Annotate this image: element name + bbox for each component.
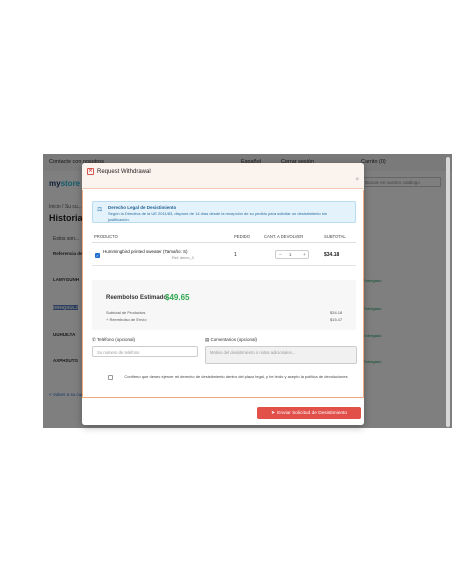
shipping-refund-value: $15.47 [330, 317, 343, 322]
page: Contacte con nosotros Español Cerrar ses… [0, 0, 452, 584]
confirm-checkbox[interactable] [108, 375, 113, 380]
increase-button[interactable]: + [303, 252, 306, 257]
gavel-icon: ⚖ [97, 207, 103, 213]
quantity-stepper[interactable]: − 1 + [275, 250, 309, 259]
col-subtotal: SUBTOTAL [324, 234, 346, 239]
submit-withdrawal-button[interactable]: ➤ Enviar Solicitud de Desistimiento [257, 407, 361, 419]
products-subtotal-value: $34.18 [330, 310, 343, 315]
refund-amount: $49.65 [165, 293, 190, 302]
modal-title: Request Withdrawal [97, 169, 151, 175]
scrollbar[interactable] [446, 157, 450, 427]
modal-body: ⚖ Derecho Legal de Desistimiento Según l… [82, 190, 364, 398]
col-return-qty: CANT. A DEVOLVER [264, 234, 304, 239]
phone-input[interactable]: Su número de teléfono [92, 346, 198, 357]
shipping-refund-label: + Reembolso de Envío [106, 317, 147, 322]
comments-textarea[interactable]: Motivo del desistimiento o notas adicion… [205, 346, 357, 364]
table-header: PRODUCTO PEDIDO CANT. A DEVOLVER SUBTOTA… [92, 231, 356, 243]
legal-notice: ⚖ Derecho Legal de Desistimiento Según l… [92, 201, 356, 223]
row-subtotal: $34.18 [324, 252, 340, 258]
col-ordered: PEDIDO [234, 234, 251, 239]
col-product: PRODUCTO [94, 234, 118, 239]
phone-label: ✆ Teléfono (opcional) [92, 337, 135, 342]
confirm-text: Confirmo que deseo ejercer mi derecho de… [124, 374, 348, 379]
modal-header: ✕ Request Withdrawal × [82, 163, 364, 189]
quantity-value[interactable]: 1 [289, 252, 292, 257]
comments-label: ▤ Comentarios (opcional) [205, 337, 258, 342]
legal-title: Derecho Legal de Desistimiento [108, 205, 177, 210]
close-icon[interactable]: × [355, 177, 359, 183]
refund-summary: Reembolso Estimado $49.65 Subtotal de Pr… [92, 280, 356, 330]
return-icon: ✕ [87, 168, 94, 175]
table-row: ✓ Hummingbird printed sweater (Tamaño: S… [92, 244, 356, 266]
refund-label: Reembolso Estimado [106, 295, 168, 301]
decrease-button[interactable]: − [279, 252, 282, 257]
product-name: Hummingbird printed sweater (Tamaño: S) [103, 249, 188, 254]
products-subtotal-label: Subtotal de Productos [106, 310, 146, 315]
legal-text: Según la Directiva de la UE 2011/83, dis… [108, 211, 327, 222]
ordered-qty: 1 [234, 252, 237, 258]
product-checkbox[interactable]: ✓ [95, 253, 100, 258]
withdrawal-modal: ✕ Request Withdrawal × ⚖ Derecho Legal d… [82, 163, 364, 425]
send-icon: ➤ [270, 410, 276, 416]
product-ref: Ref: demo_3 [172, 256, 194, 260]
